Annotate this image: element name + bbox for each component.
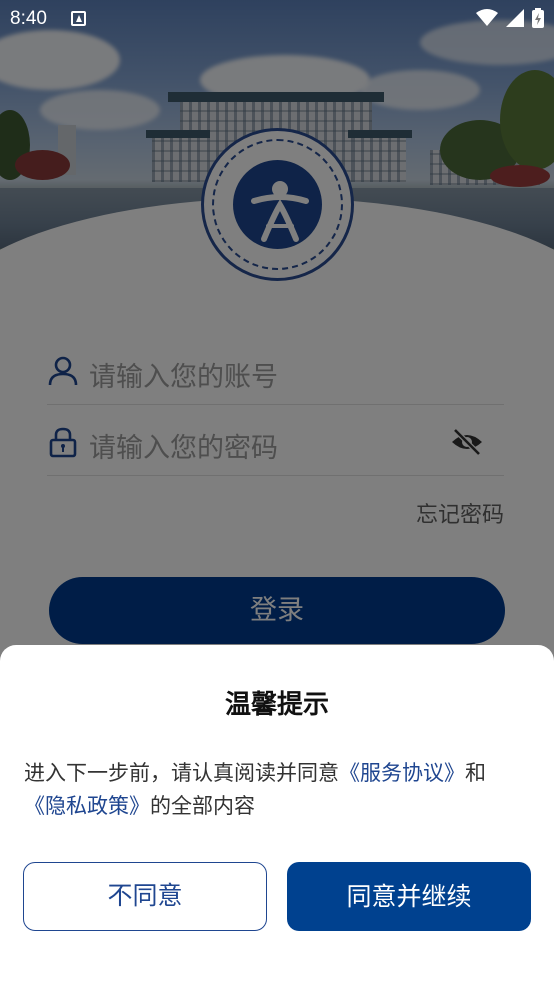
status-bar: 8:40: [0, 0, 554, 38]
battery-icon: [532, 8, 544, 28]
disagree-button[interactable]: 不同意: [23, 862, 267, 931]
privacy-dialog: 温馨提示 进入下一步前，请认真阅读并同意《服务协议》和《隐私政策》的全部内容 不…: [0, 645, 554, 984]
dialog-message: 进入下一步前，请认真阅读并同意《服务协议》和《隐私政策》的全部内容: [24, 757, 530, 823]
service-agreement-link[interactable]: 《服务协议》: [339, 761, 465, 785]
status-time: 8:40: [10, 8, 47, 29]
message-prefix: 进入下一步前，请认真阅读并同意: [24, 761, 339, 785]
notification-a-icon: [71, 11, 86, 26]
wifi-icon: [476, 9, 498, 26]
message-and: 和: [465, 761, 486, 785]
agree-continue-button[interactable]: 同意并继续: [287, 862, 531, 931]
message-suffix: 的全部内容: [150, 794, 255, 818]
signal-icon: [506, 9, 524, 27]
privacy-policy-link[interactable]: 《隐私政策》: [24, 794, 150, 818]
dialog-title: 温馨提示: [224, 690, 329, 720]
